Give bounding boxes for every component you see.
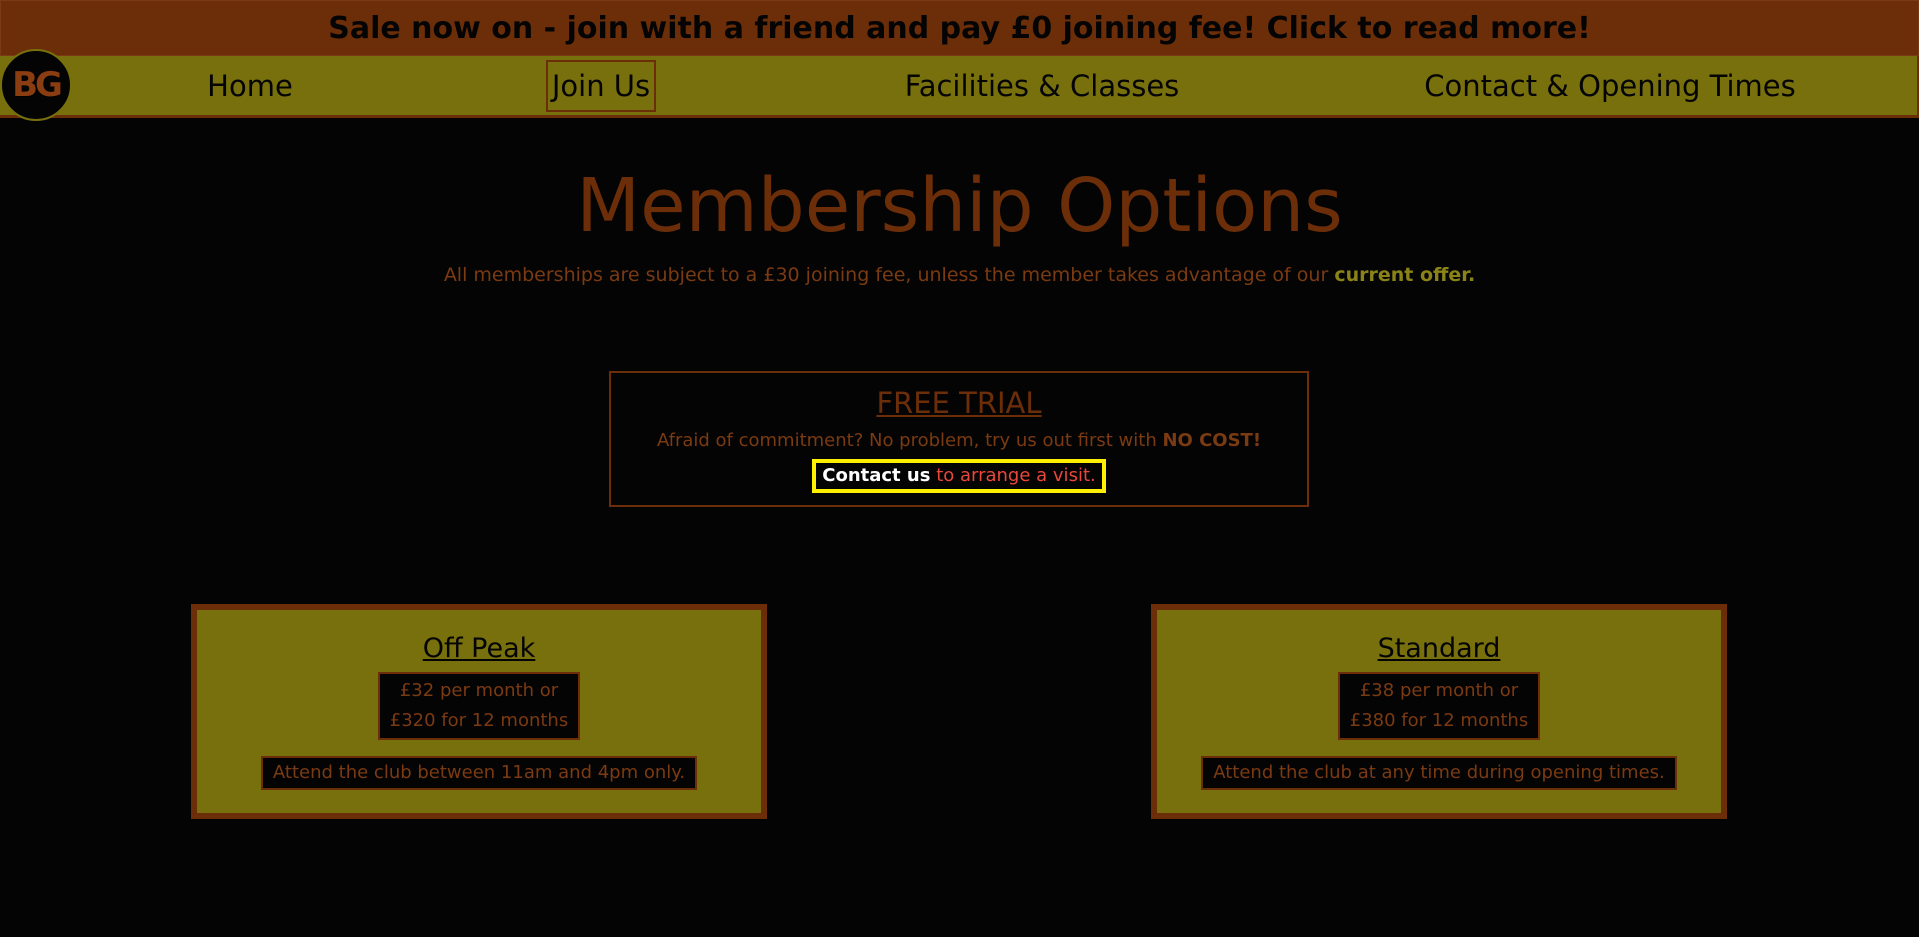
arrange-visit-callout: Contact us to arrange a visit. (812, 459, 1106, 493)
plan-price-yearly: £320 for 12 months (389, 710, 569, 731)
nav-join-us[interactable]: Join Us (546, 60, 656, 112)
current-offer-link[interactable]: current offer. (1334, 264, 1475, 286)
plan-price-monthly: £38 per month or (1359, 680, 1519, 701)
free-trial-title: FREE TRIAL (876, 386, 1042, 420)
free-trial-box: FREE TRIAL Afraid of commitment? No prob… (609, 371, 1309, 507)
nav-contact-opening-times[interactable]: Contact & Opening Times (1420, 60, 1800, 112)
plan-card-off-peak: Off Peak £32 per month or £320 for 12 mo… (191, 604, 767, 819)
free-trial-text: Afraid of commitment? No problem, try us… (611, 429, 1307, 453)
arrange-visit-text: to arrange a visit. (930, 465, 1096, 486)
plan-price-box: £38 per month or £380 for 12 months (1337, 672, 1541, 740)
page-title: Membership Options (576, 163, 1343, 249)
page: Sale now on - join with a friend and pay… (0, 0, 1919, 937)
nav-home[interactable]: Home (190, 60, 310, 112)
no-cost-label: NO COST! (1162, 430, 1262, 451)
joining-fee-note: All memberships are subject to a £30 joi… (0, 262, 1919, 288)
plan-card-standard: Standard £38 per month or £380 for 12 mo… (1151, 604, 1727, 819)
logo[interactable]: BG (0, 49, 72, 121)
plan-name: Standard (1377, 633, 1501, 664)
contact-us-link[interactable]: Contact us (822, 465, 930, 486)
plan-price-yearly: £380 for 12 months (1349, 710, 1529, 731)
plan-note: Attend the club between 11am and 4pm onl… (260, 756, 698, 790)
sale-banner-text[interactable]: Sale now on - join with a friend and pay… (328, 11, 1591, 46)
free-trial-description: Afraid of commitment? No problem, try us… (656, 430, 1163, 451)
plan-price-monthly: £32 per month or (399, 680, 559, 701)
joining-fee-text: All memberships are subject to a £30 joi… (443, 264, 1335, 286)
nav-facilities-classes[interactable]: Facilities & Classes (900, 60, 1184, 112)
plan-note: Attend the club at any time during openi… (1201, 756, 1677, 790)
plan-name: Off Peak (422, 633, 536, 664)
logo-text: BG (12, 65, 63, 105)
sale-banner[interactable]: Sale now on - join with a friend and pay… (0, 0, 1919, 56)
plan-price-box: £32 per month or £320 for 12 months (377, 672, 581, 740)
